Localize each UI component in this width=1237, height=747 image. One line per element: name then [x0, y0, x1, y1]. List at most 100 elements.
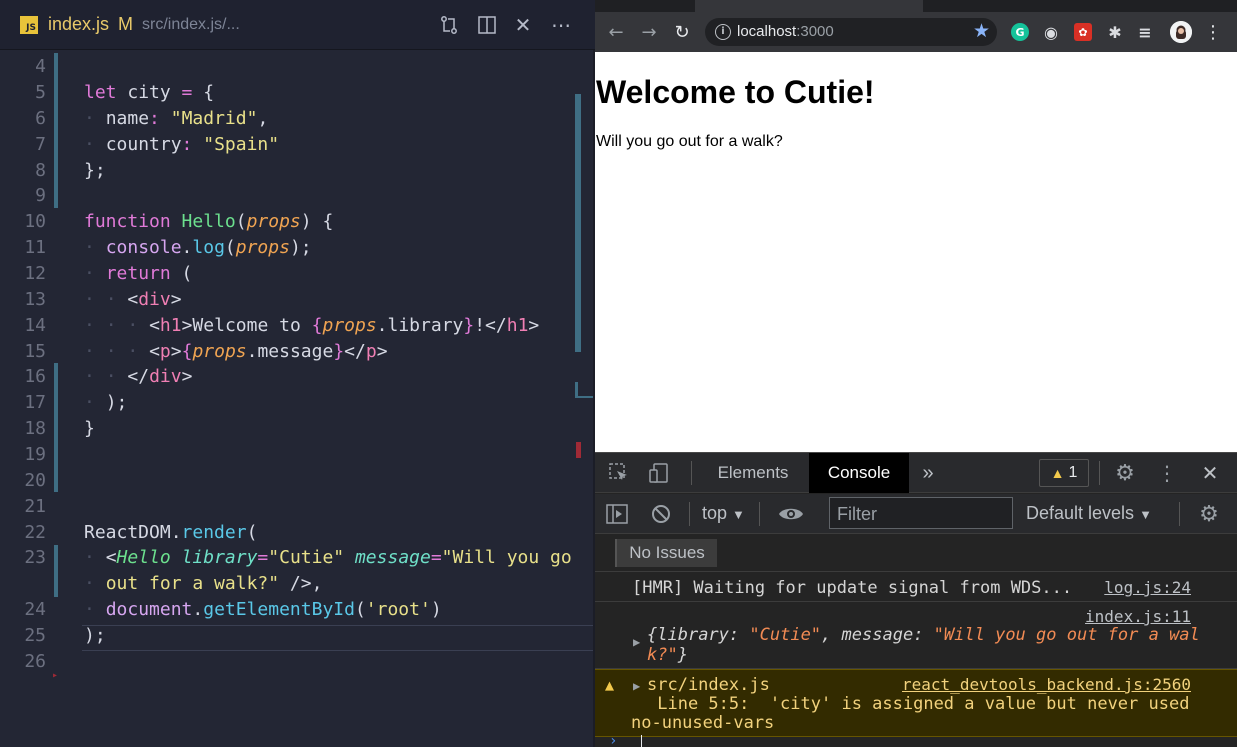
browser-tab[interactable] — [695, 0, 923, 12]
forward-arrow-icon[interactable]: → — [638, 21, 660, 43]
console-message: index.js:11 ▶ {library: "Cutie", message… — [595, 603, 1237, 669]
line-number: 17 — [24, 392, 46, 413]
line-number: 10 — [24, 211, 46, 232]
editor-tab-filename[interactable]: index.js — [48, 14, 109, 35]
code-area[interactable]: 4 5 6 7 8 9 10 11 12 13 14 15 16 17 18 1… — [0, 53, 595, 747]
line-number: 14 — [24, 315, 46, 336]
page-heading: Welcome to Cutie! — [596, 74, 875, 110]
line-number: 24 — [24, 599, 46, 620]
tab-console[interactable]: Console — [809, 453, 909, 493]
current-line-highlight — [82, 625, 594, 651]
close-icon[interactable]: ✕ — [512, 13, 534, 37]
line-number: 21 — [24, 496, 46, 517]
more-tabs-icon[interactable]: » — [913, 453, 943, 493]
more-icon[interactable]: ⋯ — [550, 13, 572, 37]
expand-arrow-icon[interactable]: ▶ — [633, 635, 640, 649]
code-line: · document.getElementById('root') — [84, 599, 442, 620]
line-number: 9 — [35, 185, 46, 206]
line-number: 11 — [24, 237, 46, 258]
line-number: 16 — [24, 366, 46, 387]
code-line: · <Hello library="Cutie" message="Will y… — [84, 547, 572, 568]
close-devtools-icon[interactable]: ✕ — [1199, 461, 1221, 485]
editor-tab-path: src/index.js/... — [142, 16, 240, 33]
site-info-icon[interactable]: i — [715, 24, 731, 40]
code-line: · country: "Spain" — [84, 134, 280, 155]
divider — [689, 502, 690, 526]
code-line: · · · <p>{props.message}</p> — [84, 341, 388, 362]
divider — [691, 461, 692, 485]
line-number: 8 — [35, 160, 46, 181]
media-control-icon[interactable]: ≡ — [1136, 23, 1154, 42]
web-page-viewport: Welcome to Cutie! Will you go out for a … — [595, 52, 1237, 452]
code-line: ); — [84, 625, 106, 646]
code-line: } — [84, 418, 95, 439]
console-prompt[interactable]: › — [595, 733, 1237, 747]
editor-tab-bar: JS index.js M src/index.js/... ✕ ⋯ — [0, 0, 595, 50]
clear-console-icon[interactable] — [649, 503, 673, 525]
address-bar[interactable]: i localhost:3000 ★ — [705, 18, 997, 46]
reload-icon[interactable]: ↻ — [671, 21, 693, 43]
settings-gear-icon[interactable]: ⚙ — [1113, 461, 1137, 486]
devtools-menu-icon[interactable]: ⋮ — [1157, 461, 1177, 485]
source-link[interactable]: index.js:11 — [1085, 607, 1191, 626]
fold-arrow-icon[interactable]: ▸ — [52, 670, 58, 681]
warning-icon: ▲ — [605, 676, 615, 694]
inspect-element-icon[interactable] — [607, 462, 631, 484]
divider — [1099, 461, 1100, 485]
source-link[interactable]: react_devtools_backend.js:2560 — [902, 675, 1191, 694]
warning-count-badge[interactable]: ▲ 1 — [1039, 459, 1089, 487]
divider — [759, 502, 760, 526]
device-toolbar-icon[interactable] — [647, 462, 671, 484]
live-expression-eye-icon[interactable] — [777, 503, 805, 525]
code-line: · ); — [84, 392, 128, 413]
console-filter-input[interactable]: Filter — [829, 497, 1013, 529]
line-number: 25 — [24, 625, 46, 646]
text-cursor — [641, 735, 642, 747]
expand-arrow-icon[interactable]: ▶ — [633, 679, 640, 693]
devtools-panel: Elements Console » ▲ 1 ⚙ ⋮ ✕ top ▼ Filter… — [595, 452, 1237, 747]
issues-bar: No Issues — [595, 534, 1237, 572]
no-issues-button[interactable]: No Issues — [615, 539, 717, 567]
code-line: · return ( — [84, 263, 193, 284]
console-settings-gear-icon[interactable]: ⚙ — [1197, 502, 1221, 527]
url-text[interactable]: localhost:3000 — [737, 23, 834, 40]
tab-elements[interactable]: Elements — [703, 453, 803, 493]
object-preview[interactable]: {library: "Cutie", message: "Will you go… — [647, 625, 1200, 645]
puzzle-extensions-icon[interactable]: ✱ — [1106, 23, 1124, 42]
extension-icon[interactable]: ◉ — [1042, 23, 1060, 42]
code-editor[interactable]: JS index.js M src/index.js/... ✕ ⋯ 4 5 6… — [0, 0, 595, 747]
warning-icon: ▲ — [1050, 465, 1065, 481]
sidebar-toggle-icon[interactable] — [605, 503, 629, 525]
line-number: 20 — [24, 470, 46, 491]
browser-toolbar: ← → ↻ i localhost:3000 ★ G ◉ ✿ ✱ ≡ ⋮ — [595, 12, 1237, 52]
page-paragraph: Will you go out for a walk? — [596, 133, 783, 150]
split-editor-icon[interactable] — [476, 14, 498, 36]
devtools-tab-bar: Elements Console » ▲ 1 ⚙ ⋮ ✕ — [595, 453, 1237, 493]
line-number: 22 — [24, 522, 46, 543]
code-line: }; — [84, 160, 106, 181]
bookmark-star-icon[interactable]: ★ — [973, 20, 990, 42]
profile-avatar[interactable] — [1170, 21, 1192, 43]
extension-icon[interactable]: ✿ — [1074, 23, 1092, 41]
code-line: function Hello(props) { — [84, 211, 334, 232]
console-warning-message: ▲ ▶ src/index.js react_devtools_backend.… — [595, 669, 1237, 737]
line-number: 5 — [35, 82, 46, 103]
line-number: 7 — [35, 134, 46, 155]
context-selector[interactable]: top ▼ — [702, 503, 745, 524]
back-arrow-icon[interactable]: ← — [605, 21, 627, 43]
code-line: · · </div> — [84, 366, 193, 387]
log-levels-dropdown[interactable]: Default levels ▼ — [1026, 503, 1152, 524]
line-number: 23 — [24, 547, 46, 568]
javascript-file-icon: JS — [20, 16, 38, 34]
code-line: · out for a walk?" />, — [84, 573, 323, 594]
source-link[interactable]: log.js:24 — [1104, 578, 1191, 597]
minimap-change-marker — [575, 382, 595, 398]
browser-tab-strip — [595, 0, 1237, 12]
line-number: 26 — [24, 651, 46, 672]
grammarly-extension-icon[interactable]: G — [1011, 23, 1029, 41]
modified-indicator: M — [118, 14, 133, 34]
minimap-change-marker — [575, 94, 581, 352]
compare-changes-icon[interactable] — [438, 14, 460, 36]
browser-menu-icon[interactable]: ⋮ — [1202, 21, 1224, 43]
browser-window: ← → ↻ i localhost:3000 ★ G ◉ ✿ ✱ ≡ ⋮ Wel… — [595, 0, 1237, 747]
